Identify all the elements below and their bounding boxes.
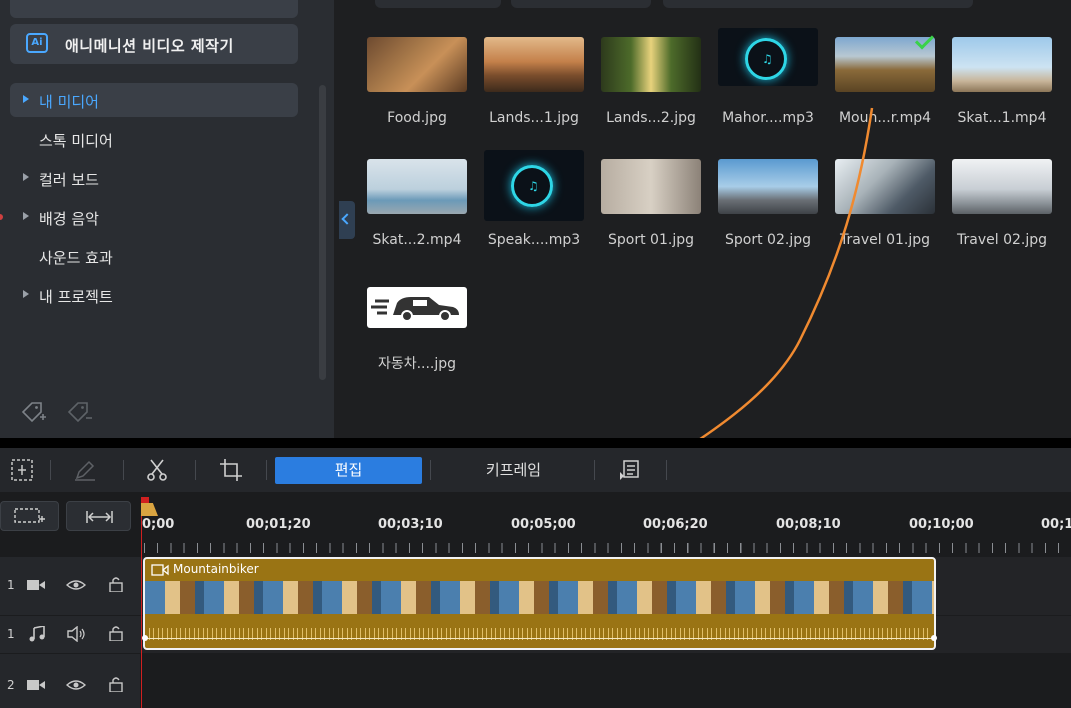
playhead-line[interactable]	[141, 500, 142, 708]
track-number: 2	[7, 678, 15, 692]
crop-icon[interactable]	[219, 458, 243, 482]
snapshot-icon[interactable]	[10, 458, 34, 482]
toolbar-separator	[195, 460, 196, 480]
toolbar-separator	[430, 460, 431, 480]
video-clip-icon	[151, 564, 169, 576]
ruler-label: 00;03;10	[378, 517, 443, 532]
clip-filmstrip	[145, 581, 934, 614]
toolbar-separator	[594, 460, 595, 480]
pen-icon[interactable]	[73, 458, 97, 482]
speaker-icon[interactable]	[66, 626, 86, 642]
add-track-button[interactable]	[0, 501, 59, 531]
ruler-label: 00;01;20	[246, 517, 311, 532]
track-header-video-1: 1	[0, 557, 140, 615]
clip-title: Mountainbiker	[173, 562, 259, 576]
clip-volume-line[interactable]	[145, 638, 934, 639]
track-number: 1	[7, 627, 15, 641]
video-camera-icon	[26, 677, 46, 693]
visibility-eye-icon[interactable]	[66, 677, 86, 693]
lock-icon[interactable]	[106, 676, 126, 692]
ruler-label: 00;10;00	[909, 517, 974, 532]
clip-volume-handle-end[interactable]	[931, 635, 937, 641]
track-number: 1	[7, 578, 15, 592]
track-header-audio-1: 1	[0, 616, 140, 653]
visibility-eye-icon[interactable]	[66, 577, 86, 593]
timeline-ruler-ticks[interactable]	[144, 543, 1071, 553]
tab-keyframe[interactable]: 키프레임	[440, 457, 587, 484]
ruler-label: 00;1	[1041, 517, 1071, 532]
clip-volume-handle-start[interactable]	[142, 635, 148, 641]
properties-icon[interactable]	[618, 458, 642, 482]
track-row-video-2[interactable]	[140, 654, 1071, 708]
toolbar-separator	[123, 460, 124, 480]
ruler-label: 00;05;00	[511, 517, 576, 532]
tab-edit[interactable]: 편집	[275, 457, 422, 484]
panel-divider[interactable]	[0, 438, 1071, 448]
scissors-icon[interactable]	[145, 458, 169, 482]
lock-icon[interactable]	[106, 625, 126, 641]
fit-timeline-button[interactable]	[66, 501, 131, 531]
toolbar-separator	[266, 460, 267, 480]
ruler-label: 0;00	[142, 517, 175, 532]
lock-icon[interactable]	[106, 576, 126, 592]
music-note-icon	[28, 626, 48, 642]
toolbar-separator	[50, 460, 51, 480]
track-header-video-2: 2	[0, 654, 140, 708]
edit-toolbar: 편집 키프레임	[0, 448, 1071, 492]
ruler-label: 00;08;10	[776, 517, 841, 532]
timeline-clip-mountainbiker[interactable]: Mountainbiker	[142, 557, 937, 650]
video-camera-icon	[26, 577, 46, 593]
toolbar-separator	[666, 460, 667, 480]
ruler-label: 00;06;20	[643, 517, 708, 532]
